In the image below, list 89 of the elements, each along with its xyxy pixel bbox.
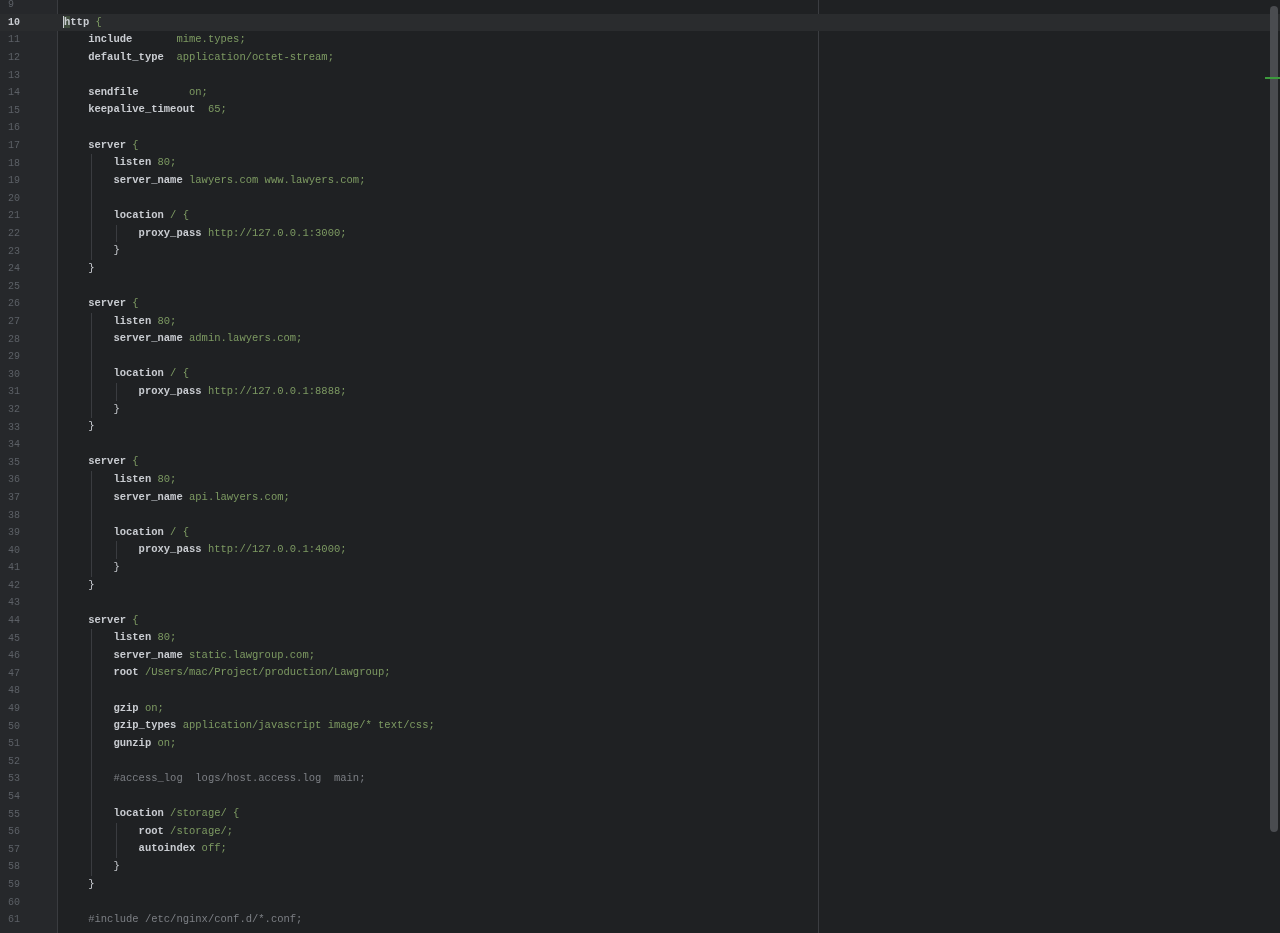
line-number: 46 [7,649,21,664]
code-line: gzip on; [113,700,164,716]
line-number: 35 [7,455,21,470]
code-line: http { [63,14,102,30]
code-line: gunzip on; [113,735,177,751]
code-line: location / { [113,524,190,540]
line-number: 40 [7,543,21,558]
code-comment: #include /etc/nginx/conf.d/*.conf; [88,911,303,927]
line-number: 54 [7,790,21,804]
line-number: 33 [7,420,21,435]
code-editor[interactable] [0,0,1280,933]
code-line: include mime.types; [88,32,246,48]
line-number: 27 [7,315,21,329]
line-number: 14 [7,86,21,101]
line-number: 45 [7,631,21,646]
change-marker [1265,77,1280,79]
line-number: 38 [7,508,21,523]
line-number: 25 [7,279,21,294]
code-line: proxy_pass http://127.0.0.1:3000; [138,225,347,241]
code-line: location /storage/ { [113,806,240,822]
line-number: 17 [7,139,21,154]
line-number: 39 [7,526,21,541]
code-line: proxy_pass http://127.0.0.1:8888; [138,384,347,399]
line-number: 57 [7,842,21,857]
line-number: 32 [7,402,21,417]
line-number: 44 [7,614,21,629]
line-number: 34 [7,438,21,453]
code-line: root /storage/; [138,823,234,839]
line-number: 61 [7,913,21,928]
line-number: 12 [7,51,21,66]
code-line: keepalive_timeout 65; [88,102,227,118]
code-line: server_name lawyers.com www.lawyers.com; [113,172,366,188]
code-line: root /Users/mac/Project/production/Lawgroup; [113,665,391,681]
code-line: autoindex off; [138,841,227,857]
code-line: server_name api.lawyers.com; [113,489,290,505]
line-number: 31 [7,385,21,400]
code-line: server { [88,137,139,153]
code-line: listen 80; [113,155,177,171]
line-number: 36 [7,473,21,488]
code-line: server { [88,612,139,628]
code-line: server { [88,454,139,470]
line-number: 11 [7,33,21,48]
line-number: 21 [7,209,21,224]
code-line: } [88,876,95,892]
code-line: default_type application/octet-stream; [88,49,334,65]
code-line: } [88,260,95,276]
line-number: 41 [7,561,21,576]
line-number: 20 [7,191,21,206]
line-number: 49 [7,702,21,717]
code-line: } [113,859,120,874]
line-number: 28 [7,332,21,347]
line-number: 10 [7,15,21,30]
code-line: proxy_pass http://127.0.0.1:4000; [138,542,347,558]
code-line: } [88,577,95,593]
scrollbar-thumb[interactable] [1270,6,1278,832]
line-number: 43 [7,596,21,611]
line-number: 22 [7,227,21,241]
line-number: 47 [7,666,21,681]
line-number: 29 [7,350,21,365]
line-number: 15 [7,103,21,118]
line-number: 53 [7,772,21,787]
code-line: } [113,559,120,575]
line-number: 19 [7,174,21,189]
line-number: 51 [7,737,21,752]
line-number: 37 [7,490,21,505]
code-line: listen 80; [113,313,177,329]
code-line: location / { [113,208,190,224]
code-comment: #access_log logs/host.access.log main; [113,771,366,787]
code-line: gzip_types application/javascript image/* text/css; [113,718,435,734]
line-number: 23 [7,244,21,259]
code-line: server_name static.lawgroup.com; [113,647,316,663]
line-number: 24 [7,262,21,277]
line-number: 30 [7,367,21,382]
code-line: } [88,419,95,435]
code-line: location / { [113,366,190,382]
line-number: 26 [7,297,21,312]
line-number: 13 [7,68,21,83]
code-line: sendfile on; [88,84,208,100]
code-line: } [113,401,120,417]
line-number: 42 [7,578,21,593]
code-line: } [113,243,120,259]
line-number: 18 [7,156,21,171]
code-line: server_name admin.lawyers.com; [113,331,303,347]
code-line: listen 80; [113,630,177,646]
code-line: server { [88,296,139,311]
line-number: 52 [7,754,21,769]
code-line: listen 80; [113,471,177,487]
line-number: 48 [7,684,21,699]
line-number: 16 [7,121,21,136]
